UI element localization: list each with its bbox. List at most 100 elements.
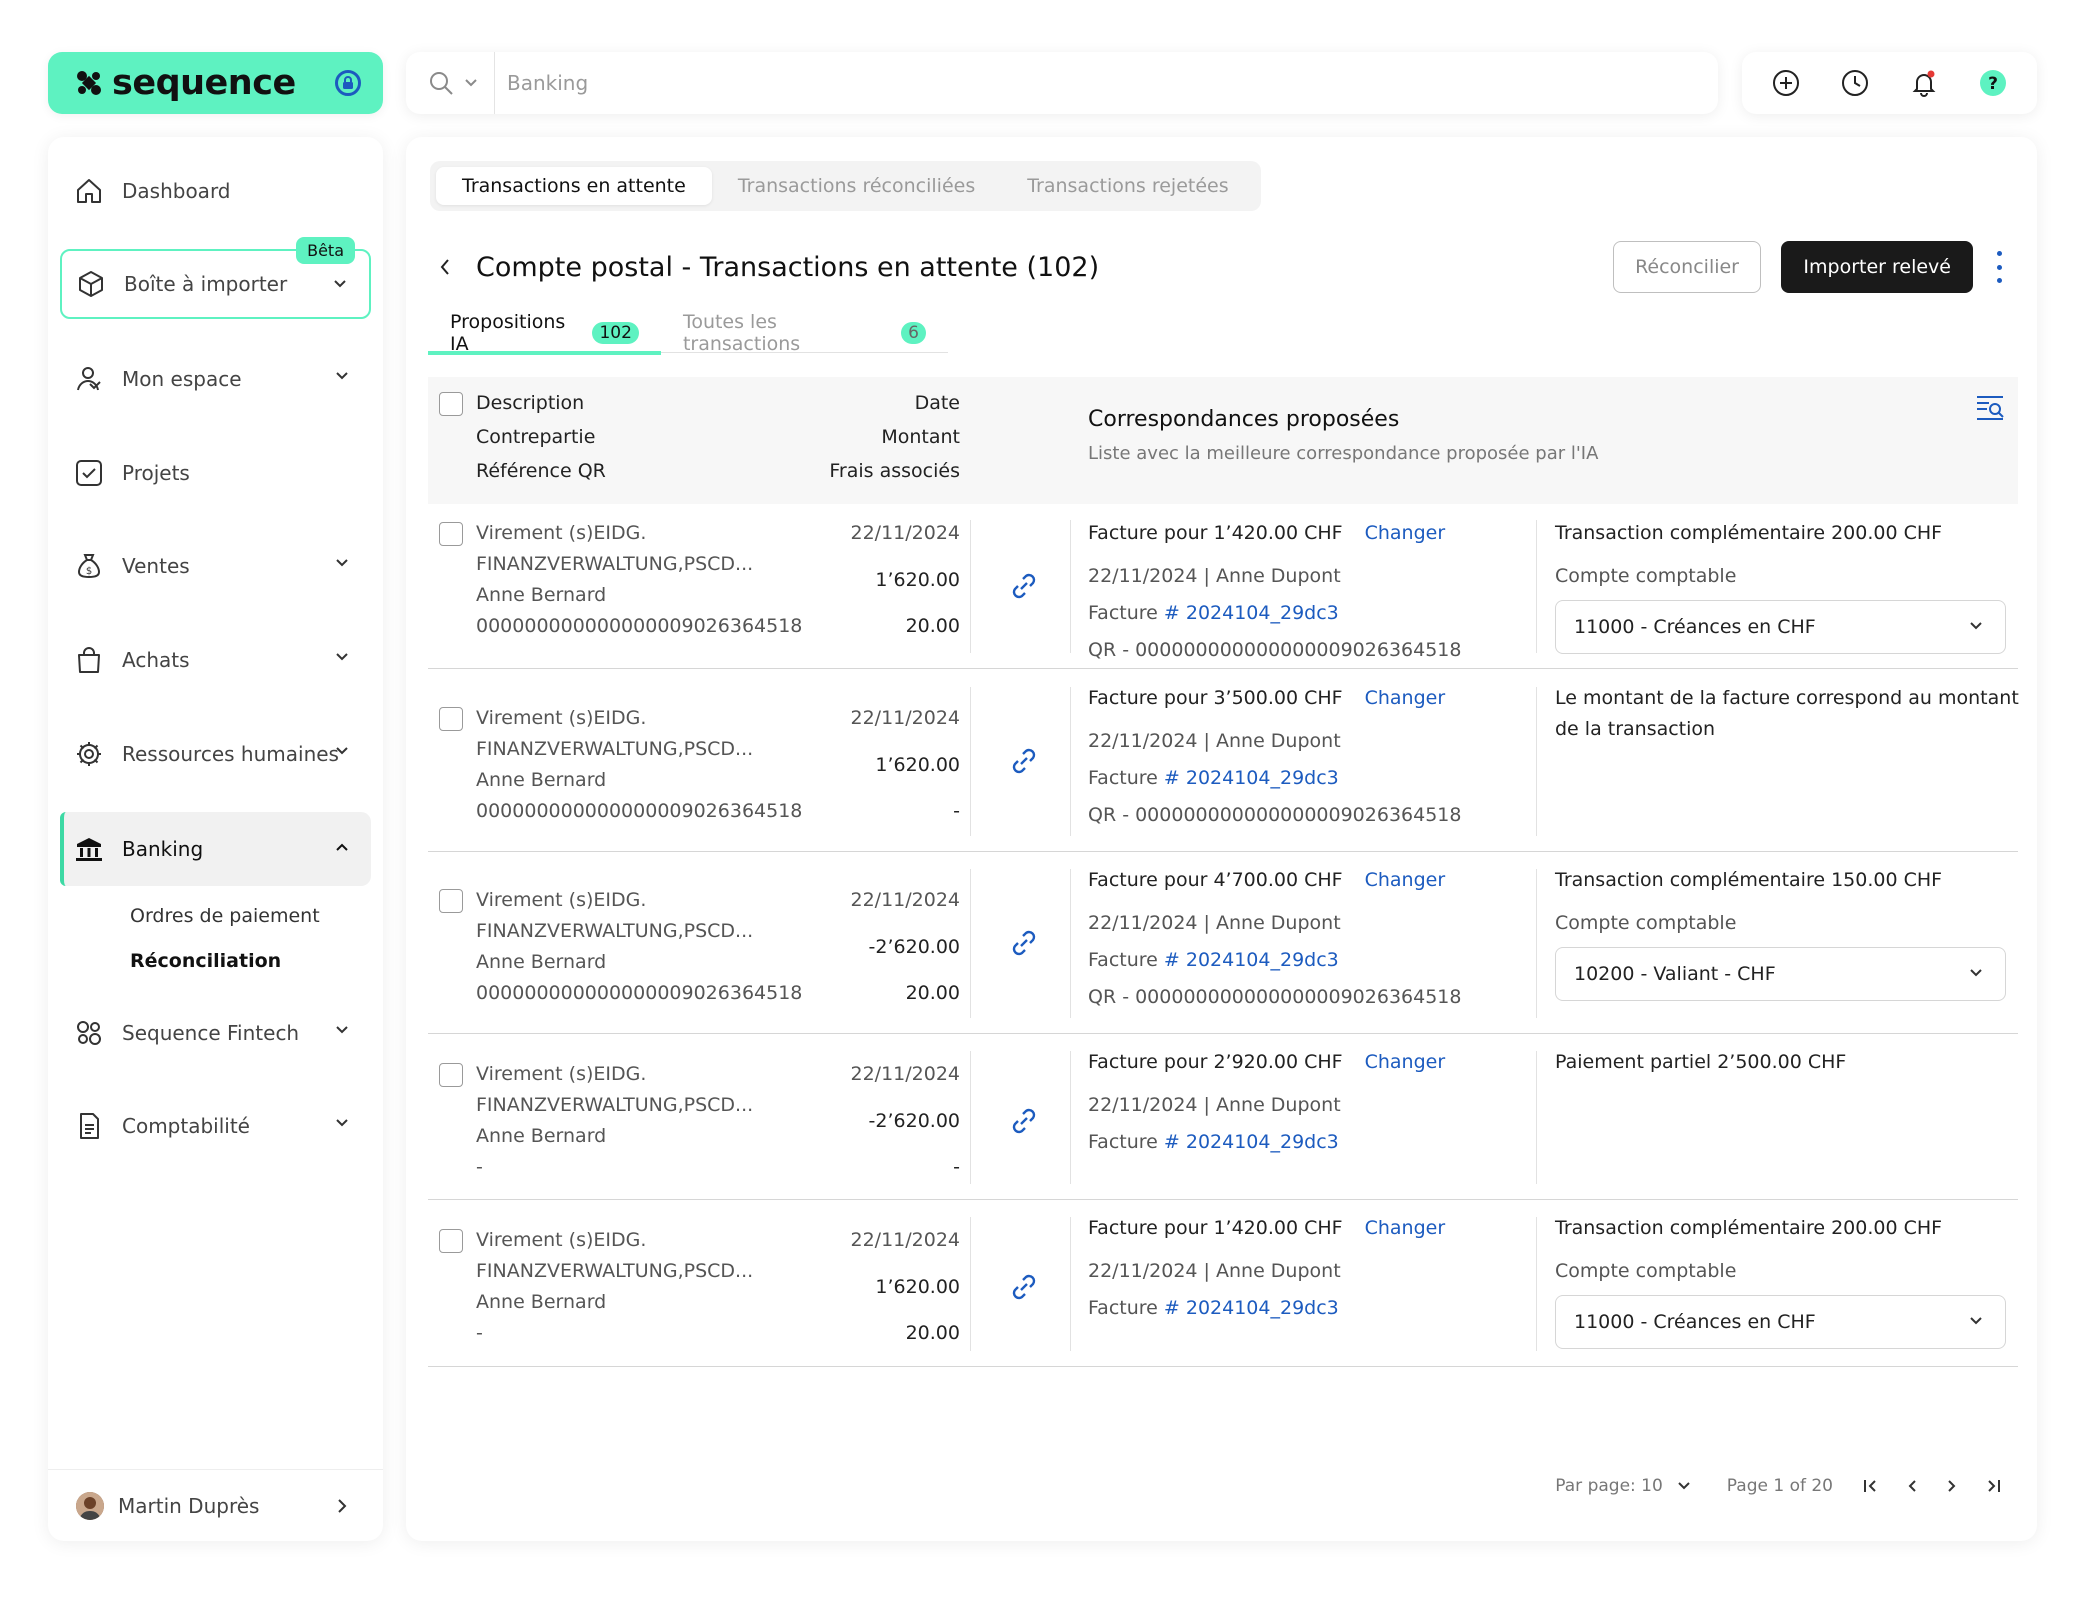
change-link[interactable]: Changer [1365,1217,1446,1239]
ledger-icon [80,1113,99,1139]
row-checkbox[interactable] [439,707,463,731]
sidebar-item-import-box[interactable]: Bêta Boîte à importer [60,237,371,319]
link-icon[interactable] [1006,743,1042,779]
match-invoice-ref: Facture # 2024104_29dc3 [1088,1131,1339,1153]
row-counterparty: Anne Bernard [476,1291,607,1313]
filter-search-icon[interactable] [1974,391,2006,423]
col-qr-ref: Référence QR [476,460,606,482]
add-icon[interactable] [1764,61,1808,105]
sidebar-item-purchases[interactable]: Achats [60,628,371,692]
account-value: 11000 - Créances en CHF [1574,1311,1816,1333]
account-select[interactable]: 11000 - Créances en CHF [1555,1295,2006,1349]
logo[interactable]: sequence [48,52,383,114]
row-date: 22/11/2024 [850,522,960,544]
link-icon[interactable] [1006,568,1042,604]
search-scope[interactable] [406,52,495,114]
bell-icon[interactable] [1902,61,1946,105]
row-checkbox[interactable] [439,1229,463,1253]
chevron-down-icon [336,559,348,567]
prev-page-icon[interactable] [1897,1471,1927,1501]
title-row: Compte postal - Transactions en attente … [430,237,2013,297]
row-desc-1: Virement (s)EIDG. [476,1063,647,1085]
brand-name: sequence [112,63,296,103]
invoice-link[interactable]: # 2024104_29dc3 [1164,1131,1339,1153]
search-input[interactable] [495,71,1395,95]
tab-pending[interactable]: Transactions en attente [436,167,712,205]
row-checkbox[interactable] [439,1063,463,1087]
back-chevron-icon[interactable] [430,252,460,282]
per-page-select[interactable]: Par page: 10 [1555,1476,1691,1496]
chevron-down-icon [336,747,348,755]
table-header: Description Contrepartie Référence QR Da… [428,377,2018,504]
match-note-line-2: de la transaction [1555,718,1716,740]
user-profile[interactable]: Martin Duprès [48,1469,383,1541]
link-icon[interactable] [1006,1103,1042,1139]
chevron-down-icon [334,280,346,288]
last-page-icon[interactable] [1977,1471,2007,1501]
sidebar-item-label: Comptabilité [122,1114,250,1138]
change-link[interactable]: Changer [1365,1051,1446,1073]
change-link[interactable]: Changer [1365,522,1446,544]
more-options-icon[interactable] [1989,251,2009,283]
subtab-all-transactions[interactable]: Toutes les transactions 6 [661,311,948,355]
account-select[interactable]: 10200 - Valiant - CHF [1555,947,2006,1001]
invoice-amount: Facture pour 1’420.00 CHF [1088,1217,1343,1239]
search-bar[interactable] [406,52,1718,114]
col-fees: Frais associés [829,460,960,482]
page-indicator: Page 1 of 20 [1726,1476,1833,1496]
sidebar-subitem-reconciliation[interactable]: Réconciliation [130,950,281,972]
import-statement-button[interactable]: Importer relevé [1781,241,1973,293]
match-invoice: Facture pour 2’920.00 CHF Changer [1088,1051,1445,1073]
row-desc-2: FINANZVERWALTUNG,PSCD... [476,1094,754,1116]
invoice-prefix: Facture [1088,767,1158,789]
change-link[interactable]: Changer [1365,869,1446,891]
first-page-icon[interactable] [1857,1471,1887,1501]
sidebar-item-hr[interactable]: Ressources humaines [60,722,371,786]
chevron-down-icon [465,79,477,87]
invoice-prefix: Facture [1088,949,1158,971]
row-checkbox[interactable] [439,889,463,913]
row-checkbox[interactable] [439,522,463,546]
invoice-link[interactable]: # 2024104_29dc3 [1164,949,1339,971]
invoice-link[interactable]: # 2024104_29dc3 [1164,602,1339,624]
account-select[interactable]: 11000 - Créances en CHF [1555,600,2006,654]
row-fees: - [953,800,960,822]
invoice-link[interactable]: # 2024104_29dc3 [1164,767,1339,789]
help-icon[interactable]: ? [1971,61,2015,105]
sidebar-item-sales[interactable]: $ Ventes [60,534,371,598]
subtab-ai-proposals[interactable]: Propositions IA 102 [428,311,661,355]
link-icon[interactable] [1006,925,1042,961]
sidebar-item-projects[interactable]: Projets [60,441,371,505]
lock-icon[interactable] [335,70,361,96]
link-icon[interactable] [1006,1269,1042,1305]
row-amount: -2’620.00 [868,1110,960,1132]
sidebar-item-my-space[interactable]: Mon espace [60,347,371,411]
invoice-link[interactable]: # 2024104_29dc3 [1164,1297,1339,1319]
tab-reconciled[interactable]: Transactions réconciliées [712,167,1001,205]
reconcile-button[interactable]: Réconcilier [1613,241,1761,293]
match-qr: QR - 000000000000000009026364518 [1088,986,1462,1008]
history-icon[interactable] [1833,61,1877,105]
chevron-down-icon [336,1026,348,1034]
next-page-icon[interactable] [1937,1471,1967,1501]
change-link[interactable]: Changer [1365,687,1446,709]
sidebar-subitem-payment-orders[interactable]: Ordres de paiement [130,905,320,927]
sidebar-item-sequence-fintech[interactable]: Sequence Fintech [60,1001,371,1065]
match-qr: QR - 000000000000000009026364518 [1088,804,1462,826]
sidebar-item-banking[interactable]: Banking [60,812,371,886]
row-counterparty: Anne Bernard [476,584,607,606]
row-date: 22/11/2024 [850,889,960,911]
sidebar-item-label: Achats [122,648,190,672]
account-label: Compte comptable [1555,912,1737,934]
invoice-amount: Facture pour 1’420.00 CHF [1088,522,1343,544]
sidebar-item-dashboard[interactable]: Dashboard [60,159,371,223]
sidebar-item-label: Projets [122,461,190,485]
match-invoice: Facture pour 4’700.00 CHF Changer [1088,869,1445,891]
view-subtabs: Propositions IA 102 Toutes les transacti… [428,311,948,355]
checkbox-icon [76,460,102,486]
row-date: 22/11/2024 [850,707,960,729]
sidebar-item-accounting[interactable]: Comptabilité [60,1094,371,1158]
select-all-checkbox[interactable] [439,392,463,416]
tab-rejected[interactable]: Transactions rejetées [1001,167,1254,205]
money-bag-icon: $ [77,554,101,579]
